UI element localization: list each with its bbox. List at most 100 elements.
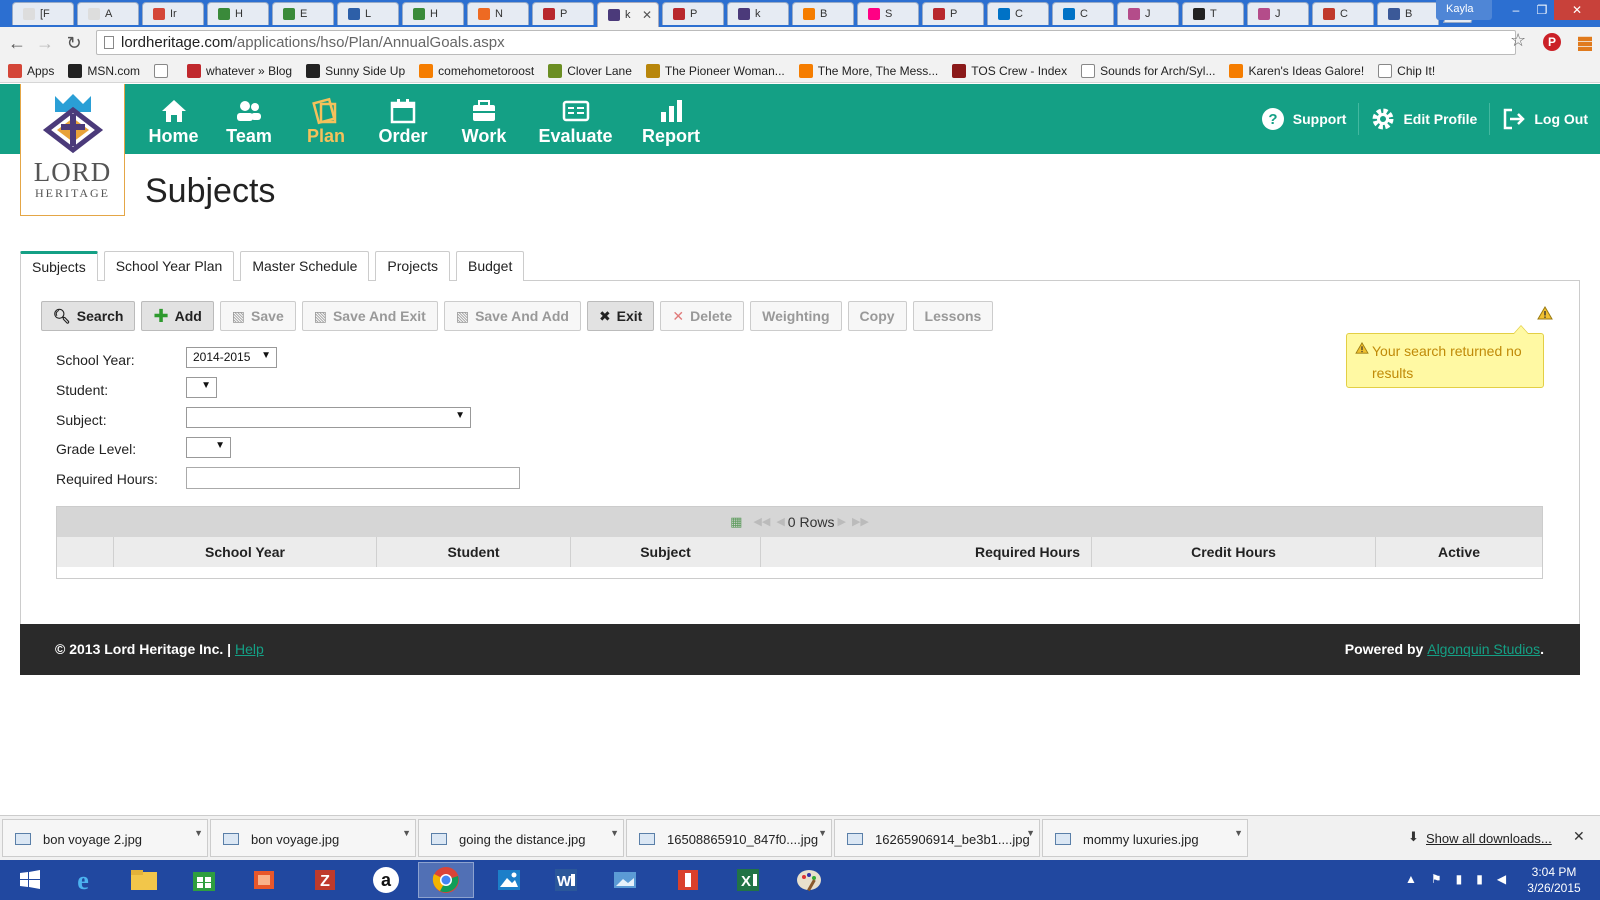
tab-budget[interactable]: Budget xyxy=(455,251,525,281)
export-icon[interactable]: ▦ xyxy=(730,507,742,537)
amazon-icon[interactable]: a xyxy=(358,862,414,898)
chevron-down-icon[interactable]: ▼ xyxy=(402,828,411,838)
column-header-school-year[interactable]: School Year xyxy=(113,537,376,567)
download-item[interactable]: bon voyage.jpg ▼ xyxy=(210,819,416,857)
delete-button[interactable]: ✕ Delete xyxy=(660,301,745,331)
onenote-icon[interactable] xyxy=(660,862,716,898)
search-button[interactable]: 🔍︎ Search xyxy=(41,301,136,331)
browser-tab[interactable]: [F xyxy=(12,2,74,25)
grade-level-select[interactable]: ▼ xyxy=(186,437,231,458)
last-page-icon[interactable]: ▶▶ xyxy=(852,507,869,537)
browser-tab[interactable]: N xyxy=(467,2,529,25)
tab-master-schedule[interactable]: Master Schedule xyxy=(240,251,370,281)
browser-tab[interactable]: A xyxy=(77,2,139,25)
chevron-down-icon[interactable]: ▼ xyxy=(1026,828,1035,838)
algonquin-studios-link[interactable]: Algonquin Studios xyxy=(1427,641,1540,657)
tray-expand-icon[interactable]: ▲ xyxy=(1405,872,1417,886)
browser-tab[interactable]: T xyxy=(1182,2,1244,25)
download-item[interactable]: 16265906914_be3b1....jpg ▼ xyxy=(834,819,1040,857)
tab-projects[interactable]: Projects xyxy=(375,251,450,281)
minimize-button[interactable]: – xyxy=(1502,0,1530,20)
chevron-down-icon[interactable]: ▼ xyxy=(194,828,203,838)
next-page-icon[interactable]: ▶ xyxy=(837,507,845,537)
system-clock[interactable]: 3:04 PM 3/26/2015 xyxy=(1522,864,1586,896)
nav-evaluate[interactable]: Evaluate xyxy=(523,84,628,154)
chevron-down-icon[interactable]: ▼ xyxy=(610,828,619,838)
bookmark-star-icon[interactable]: ☆ xyxy=(1510,30,1526,51)
weighting-button[interactable]: Weighting xyxy=(750,301,842,331)
chrome-menu-icon[interactable]: ▬ ▬ ▬ xyxy=(1578,29,1592,53)
bookmark-item[interactable]: MSN.com xyxy=(68,63,140,78)
word-icon[interactable]: W xyxy=(538,862,594,898)
nav-order[interactable]: Order xyxy=(361,84,445,154)
browser-tab[interactable]: Ir xyxy=(142,2,204,25)
nav-work[interactable]: Work xyxy=(445,84,523,154)
browser-tab[interactable]: B xyxy=(1377,2,1439,25)
close-tab-icon[interactable]: ✕ xyxy=(642,8,652,22)
reload-button[interactable]: ↻ xyxy=(63,32,85,54)
browser-tab[interactable]: C xyxy=(1312,2,1374,25)
bookmark-item[interactable]: The Pioneer Woman... xyxy=(645,63,785,78)
bookmark-item[interactable]: TOS Crew - Index xyxy=(952,63,1067,78)
download-item[interactable]: 16508865910_847f0....jpg ▼ xyxy=(626,819,832,857)
browser-tab[interactable]: C xyxy=(1052,2,1114,25)
nav-plan[interactable]: Plan xyxy=(291,84,361,154)
download-item[interactable]: bon voyage 2.jpg ▼ xyxy=(2,819,208,857)
chevron-down-icon[interactable]: ▼ xyxy=(818,828,827,838)
window-close-button[interactable]: ✕ xyxy=(1554,0,1600,20)
office-icon[interactable] xyxy=(236,862,292,898)
nav-team[interactable]: Team xyxy=(207,84,291,154)
tab-subjects[interactable]: Subjects xyxy=(20,251,98,281)
explorer-icon[interactable] xyxy=(116,862,172,898)
column-header-required-hours[interactable]: Required Hours xyxy=(760,537,1091,567)
browser-tab[interactable]: J xyxy=(1117,2,1179,25)
subject-select[interactable]: ▼ xyxy=(186,407,471,428)
first-page-icon[interactable]: ◀◀ xyxy=(753,507,770,537)
ie-icon[interactable]: e xyxy=(55,862,111,898)
maximize-button[interactable]: ❐ xyxy=(1528,0,1556,20)
chevron-down-icon[interactable]: ▼ xyxy=(1234,828,1243,838)
nav-report[interactable]: Report xyxy=(628,84,714,154)
help-link[interactable]: Help xyxy=(235,641,264,657)
start-icon[interactable] xyxy=(2,862,58,898)
network-icon[interactable]: ▮ xyxy=(1476,872,1483,886)
column-header-subject[interactable]: Subject xyxy=(570,537,760,567)
column-header-active[interactable]: Active xyxy=(1375,537,1542,567)
back-button[interactable]: ← xyxy=(6,32,28,54)
nav-edit-profile[interactable]: Edit Profile xyxy=(1358,103,1489,135)
browser-tab[interactable]: k xyxy=(727,2,789,25)
address-bar[interactable]: lordheritage.com/applications/hso/Plan/A… xyxy=(96,30,1516,55)
filezilla-icon[interactable]: Z xyxy=(297,862,353,898)
download-item[interactable]: going the distance.jpg ▼ xyxy=(418,819,624,857)
required-hours-input[interactable] xyxy=(186,467,520,489)
photo-viewer-icon[interactable] xyxy=(597,862,653,898)
flag-icon[interactable]: ⚑ xyxy=(1431,872,1442,886)
nav-support[interactable]: ? Support xyxy=(1249,103,1359,135)
tab-school-year-plan[interactable]: School Year Plan xyxy=(103,251,235,281)
store-icon[interactable] xyxy=(176,862,232,898)
browser-tab[interactable]: L xyxy=(337,2,399,25)
pinterest-icon[interactable]: P xyxy=(1543,33,1561,51)
add-button[interactable]: ✚ Add xyxy=(141,301,214,331)
show-all-downloads-link[interactable]: Show all downloads... xyxy=(1426,831,1552,846)
profile-badge[interactable]: Kayla xyxy=(1436,0,1492,20)
column-header-student[interactable]: Student xyxy=(376,537,570,567)
bookmark-item[interactable]: Apps xyxy=(8,63,54,78)
bookmark-item[interactable]: whatever » Blog xyxy=(187,63,292,78)
battery-icon[interactable]: ▮ xyxy=(1456,872,1463,886)
browser-tab[interactable]: P xyxy=(662,2,724,25)
bookmark-item[interactable]: Sunny Side Up xyxy=(306,63,405,78)
school-year-select[interactable]: 2014-2015 ▼ xyxy=(186,347,277,368)
browser-tab[interactable]: B xyxy=(792,2,854,25)
student-select[interactable]: ▼ xyxy=(186,377,217,398)
bookmark-item[interactable]: Sounds for Arch/Syl... xyxy=(1081,63,1215,78)
browser-tab[interactable]: S xyxy=(857,2,919,25)
browser-tab[interactable]: C xyxy=(987,2,1049,25)
bookmark-item[interactable]: comehometoroost xyxy=(419,63,534,78)
forward-button[interactable]: → xyxy=(34,32,56,54)
save-and-add-button[interactable]: ▧ Save And Add xyxy=(443,301,581,331)
browser-tab[interactable]: P xyxy=(532,2,594,25)
volume-icon[interactable]: ◀ xyxy=(1497,872,1506,886)
excel-icon[interactable]: X xyxy=(720,862,776,898)
browser-tab[interactable]: k ✕ xyxy=(597,2,659,27)
